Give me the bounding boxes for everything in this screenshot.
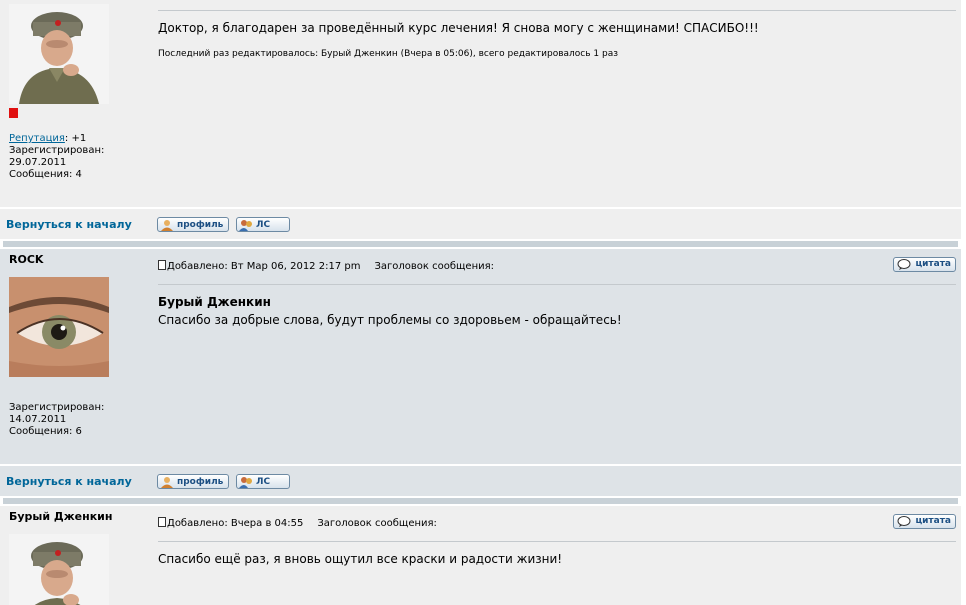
post-2-registered-label: Зарегистрирован: bbox=[9, 402, 105, 413]
post-row-3: Бурый Дженкин Добавлено: Вчера в 04:55 За… bbox=[0, 506, 961, 605]
post-3-content: Добавлено: Вчера в 04:55 Заголовок сообще… bbox=[154, 506, 958, 605]
post-3-author-name: Бурый Дженкин bbox=[9, 510, 113, 523]
post-row-1: Репутация: +1 Зарегистрирован: 29.07.201… bbox=[0, 0, 961, 207]
post-3-author-panel: Бурый Дженкин bbox=[3, 506, 151, 605]
soldier-avatar bbox=[9, 4, 109, 104]
post-2-content: Добавлено: Вт Мар 06, 2012 2:17 pm Заголо… bbox=[154, 249, 958, 464]
quote-icon bbox=[897, 516, 911, 527]
post-3-text: Спасибо ещё раз, я вновь ощутил все крас… bbox=[158, 552, 563, 566]
post-icon bbox=[158, 517, 166, 527]
pm-button[interactable]: ЛС bbox=[236, 474, 290, 489]
quote-icon bbox=[897, 259, 911, 270]
post-1-registered-date: 29.07.2011 bbox=[9, 157, 67, 168]
post-separator bbox=[3, 241, 958, 247]
post-2-author-name: ROCK bbox=[9, 253, 44, 266]
back-to-top-link[interactable]: Вернуться к началу bbox=[6, 475, 132, 488]
pm-icon bbox=[239, 477, 252, 488]
post-2-text: Спасибо за добрые слова, будут проблемы … bbox=[158, 313, 622, 327]
profile-button[interactable]: профиль bbox=[157, 217, 229, 232]
profile-icon bbox=[161, 220, 173, 231]
forum-thread: Репутация: +1 Зарегистрирован: 29.07.201… bbox=[0, 0, 966, 605]
post-1-messages: Сообщения: 4 bbox=[9, 169, 82, 180]
profile-button-label: профиль bbox=[177, 220, 224, 230]
post-3-added: Добавлено: Вчера в 04:55 bbox=[167, 518, 304, 529]
post-3-header: Добавлено: Вчера в 04:55 Заголовок сообще… bbox=[158, 517, 437, 529]
eye-avatar bbox=[9, 277, 109, 377]
post-2-author-panel: ROCK Зарегистрирован: 14.07.2011 Сообщен… bbox=[3, 249, 151, 464]
post-2-footer: Вернуться к началу профиль ЛС bbox=[0, 466, 961, 496]
quote-button-label: цитата bbox=[915, 259, 951, 269]
quote-button-label: цитата bbox=[915, 516, 951, 526]
post-2-quoted-author: Бурый Дженкин bbox=[158, 295, 271, 309]
post-1-text: Доктор, я благодарен за проведённый курс… bbox=[158, 21, 759, 35]
post-icon bbox=[158, 260, 166, 270]
post-1-edited-note: Последний раз редактировалось: Бурый Дже… bbox=[158, 49, 619, 59]
soldier-avatar bbox=[9, 534, 109, 605]
post-divider bbox=[158, 541, 956, 542]
pm-button[interactable]: ЛС bbox=[236, 217, 290, 232]
profile-button[interactable]: профиль bbox=[157, 474, 229, 489]
post-2-header: Добавлено: Вт Мар 06, 2012 2:17 pm Заголо… bbox=[158, 260, 494, 272]
post-row-2: ROCK Зарегистрирован: 14.07.2011 Сообщен… bbox=[0, 249, 961, 464]
post-2-registered-date: 14.07.2011 bbox=[9, 414, 67, 425]
post-2-messages: Сообщения: 6 bbox=[9, 426, 82, 437]
post-1-reputation: Репутация: +1 bbox=[9, 121, 86, 145]
post-divider bbox=[158, 10, 956, 11]
post-1-author-panel: Репутация: +1 Зарегистрирован: 29.07.201… bbox=[3, 0, 151, 207]
profile-button-label: профиль bbox=[177, 477, 224, 487]
reputation-indicator bbox=[9, 108, 18, 118]
pm-button-label: ЛС bbox=[256, 477, 271, 487]
post-2-added: Добавлено: Вт Мар 06, 2012 2:17 pm bbox=[167, 261, 361, 272]
post-1-footer: Вернуться к началу профиль ЛС bbox=[0, 209, 961, 239]
post-1-registered-label: Зарегистрирован: bbox=[9, 145, 105, 156]
post-3-subject-label: Заголовок сообщения: bbox=[317, 518, 437, 529]
post-separator bbox=[3, 498, 958, 504]
quote-button[interactable]: цитата bbox=[893, 257, 956, 272]
post-2-body: Бурый Дженкин Спасибо за добрые слова, б… bbox=[158, 293, 622, 329]
quote-button[interactable]: цитата bbox=[893, 514, 956, 529]
reputation-link[interactable]: Репутация bbox=[9, 133, 65, 144]
post-divider bbox=[158, 284, 956, 285]
post-2-subject-label: Заголовок сообщения: bbox=[374, 261, 494, 272]
profile-icon bbox=[161, 477, 173, 488]
reputation-value: : +1 bbox=[64, 133, 87, 144]
pm-button-label: ЛС bbox=[256, 220, 271, 230]
pm-icon bbox=[239, 220, 252, 231]
back-to-top-link[interactable]: Вернуться к началу bbox=[6, 218, 132, 231]
post-1-content: Доктор, я благодарен за проведённый курс… bbox=[154, 0, 958, 207]
